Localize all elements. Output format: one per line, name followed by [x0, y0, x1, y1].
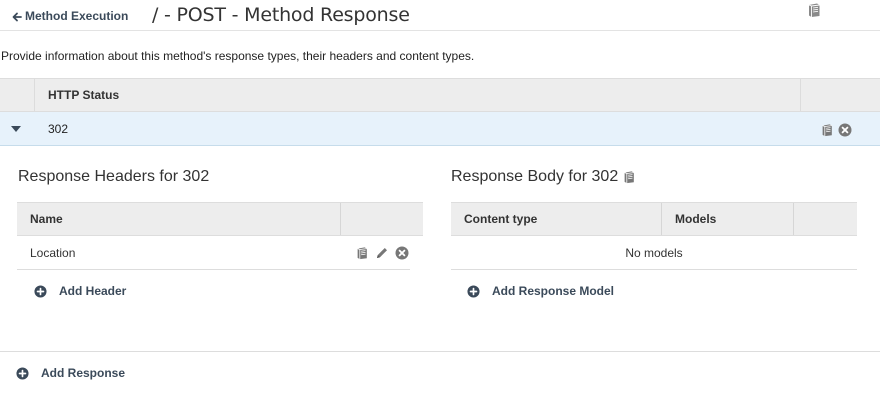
add-response-button[interactable]: Add Response [16, 366, 125, 380]
arrow-left-icon [12, 9, 22, 23]
section-divider [0, 351, 880, 352]
book-icon[interactable] [820, 121, 834, 139]
name-column-header: Name [30, 212, 63, 226]
header-row-location: Location [17, 236, 410, 270]
add-header-button[interactable]: Add Header [34, 284, 126, 298]
top-bar: Method Execution / - POST - Method Respo… [0, 0, 880, 31]
circle-x-icon[interactable] [838, 121, 852, 139]
add-header-label: Add Header [59, 284, 127, 299]
back-to-method-execution-link[interactable]: Method Execution [12, 9, 128, 23]
models-column-header: Models [675, 212, 717, 226]
caret-down-icon[interactable] [11, 126, 21, 144]
book-icon[interactable] [355, 244, 369, 262]
header-name: Location [30, 246, 76, 260]
response-body-title: Response Body for 302 [451, 168, 619, 185]
content-type-column-header: Content type [464, 212, 538, 226]
status-code: 302 [48, 122, 69, 136]
page-description: Provide information about this method's … [1, 49, 475, 63]
http-status-column-header: HTTP Status [48, 88, 120, 102]
circle-plus-icon [467, 284, 480, 298]
page-title: / - POST - Method Response [152, 4, 410, 26]
no-models-text: No models [625, 246, 683, 260]
column-divider [661, 203, 662, 235]
column-divider [340, 203, 341, 235]
column-divider [793, 203, 794, 235]
response-headers-table-header: Name [17, 202, 423, 236]
response-headers-title: Response Headers for 302 [18, 168, 210, 185]
status-row-302[interactable]: 302 [0, 112, 880, 146]
add-response-model-button[interactable]: Add Response Model [467, 284, 614, 298]
circle-plus-icon [34, 284, 47, 298]
add-response-model-label: Add Response Model [492, 284, 615, 299]
add-response-label: Add Response [41, 366, 126, 381]
back-link-label: Method Execution [25, 9, 129, 23]
status-table-header: HTTP Status [0, 78, 880, 112]
response-body-empty-row: No models [451, 236, 857, 270]
pencil-icon[interactable] [375, 244, 389, 262]
response-body-table-header: Content type Models [451, 202, 857, 236]
status-row-actions [820, 121, 852, 139]
header-row-actions [355, 244, 409, 262]
circle-x-icon[interactable] [395, 244, 409, 262]
book-icon[interactable] [806, 1, 822, 19]
column-divider [800, 79, 801, 111]
column-divider [34, 79, 35, 111]
response-body-title-wrap: Response Body for 302 [451, 168, 636, 186]
circle-plus-icon [16, 366, 29, 380]
book-icon[interactable] [622, 168, 636, 186]
